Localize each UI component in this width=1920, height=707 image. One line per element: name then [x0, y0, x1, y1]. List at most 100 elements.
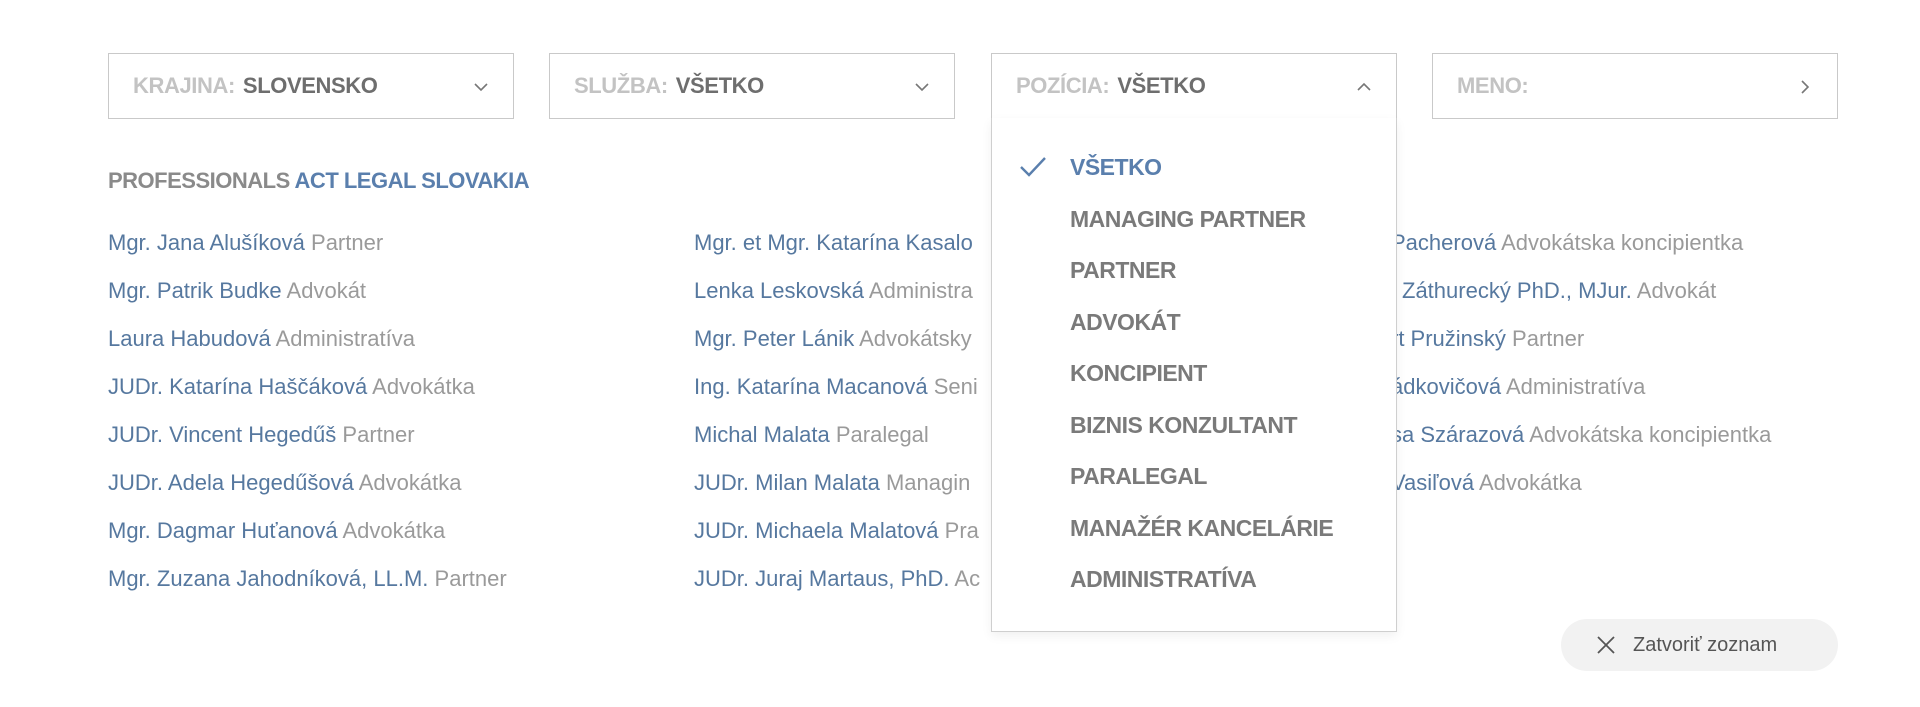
close-icon [1595, 634, 1617, 656]
person-role: Advokátka [342, 518, 446, 543]
chevron-right-icon [1795, 77, 1815, 97]
dropdown-option[interactable]: PARTNER [1070, 250, 1176, 290]
chevron-up-icon [1354, 77, 1374, 97]
person-name[interactable]: Lenka Leskovská [694, 278, 864, 303]
person-role: Advokátka [372, 374, 475, 399]
person-role: Partner [311, 230, 384, 255]
service-filter-value: VŠETKO [675, 73, 764, 98]
person-name[interactable]: l Záthurecký PhD., MJur. [1391, 278, 1632, 303]
chevron-down-icon [912, 77, 932, 97]
service-filter[interactable]: SLUŽBA: VŠETKO [549, 53, 955, 119]
person-list-item[interactable]: JUDr. Michaela Malatová Pra [694, 515, 1014, 563]
person-role: Managin [885, 470, 971, 495]
person-role: Partner [1512, 326, 1585, 351]
person-role: Ac [954, 566, 981, 591]
person-name[interactable]: Mgr. et Mgr. Katarína Kasalo [694, 230, 973, 255]
service-filter-label: SLUŽBA: [574, 73, 668, 98]
position-filter-value: VŠETKO [1117, 73, 1206, 98]
person-name[interactable]: JUDr. Vincent Hegedűš [108, 422, 336, 447]
dropdown-option[interactable]: ADVOKÁT [1070, 302, 1181, 342]
person-list-item[interactable]: Pacherová Advokátska koncipientka [1391, 227, 1911, 275]
person-list-item[interactable]: JUDr. Vincent Hegedűš Partner [108, 419, 668, 467]
dropdown-option[interactable]: PARALEGAL [1070, 456, 1207, 496]
person-name[interactable]: ádkovičová [1391, 374, 1501, 399]
person-name[interactable]: Laura Habudová [108, 326, 271, 351]
person-name[interactable]: Mgr. Zuzana Jahodníková, LL.M. [108, 566, 428, 591]
section-title: PROFESSIONALS ACT LEGAL SLOVAKIA [108, 168, 530, 194]
person-role: Advokát [286, 278, 367, 303]
person-role: Administra [868, 278, 973, 303]
person-name[interactable]: Pacherová [1391, 230, 1496, 255]
section-title-company: ACT LEGAL SLOVAKIA [294, 168, 530, 193]
person-name[interactable]: Mgr. Patrik Budke [108, 278, 282, 303]
person-list-item[interactable]: JUDr. Milan Malata Managin [694, 467, 1014, 515]
position-filter-label: POZÍCIA: [1016, 73, 1110, 98]
country-filter-value: SLOVENSKO [242, 73, 378, 98]
close-list-button[interactable]: Zatvoriť zoznam [1561, 619, 1838, 671]
people-column-1: Mgr. Jana Alušíková Partner Mgr. Patrik B… [108, 227, 668, 611]
person-list-item[interactable]: Ing. Katarína Macanová Seni [694, 371, 1014, 419]
person-name[interactable]: JUDr. Milan Malata [694, 470, 880, 495]
person-list-item[interactable]: Vasiľová Advokátka [1391, 467, 1911, 515]
position-dropdown-menu: VŠETKO MANAGING PARTNER PARTNER ADVOKÁT KONC… [991, 118, 1397, 632]
person-list-item[interactable]: JUDr. Katarína Haščáková Advokátka [108, 371, 668, 419]
person-list-item[interactable]: JUDr. Juraj Martaus, PhD. Ac [694, 563, 1014, 611]
name-filter[interactable]: MENO: [1432, 53, 1838, 119]
section-title-prefix: PROFESSIONALS [108, 168, 290, 193]
country-filter-label: KRAJINA: [133, 73, 235, 98]
dropdown-option[interactable]: VŠETKO [1070, 147, 1162, 187]
person-name[interactable]: JUDr. Katarína Haščáková [108, 374, 367, 399]
person-name[interactable]: JUDr. Juraj Martaus, PhD. [694, 566, 950, 591]
person-role: Pra [944, 518, 979, 543]
person-name[interactable]: JUDr. Adela Hegedűšová [108, 470, 354, 495]
dropdown-option[interactable]: MANAGING PARTNER [1070, 199, 1306, 239]
person-name[interactable]: Mgr. Dagmar Huťanová [108, 518, 338, 543]
person-list-item[interactable]: Mgr. Peter Lánik Advokátsky [694, 323, 1014, 371]
filter-bar: KRAJINA: SLOVENSKO SLUŽBA: VŠETKO POZÍCI… [108, 53, 1838, 119]
person-name[interactable]: Michal Malata [694, 422, 830, 447]
person-role: Seni [933, 374, 978, 399]
person-list-item[interactable]: Mgr. Dagmar Huťanová Advokátka [108, 515, 668, 563]
person-role: Advokátsky [859, 326, 972, 351]
person-role: Advokátka [358, 470, 462, 495]
person-name[interactable]: rt Pružinský [1391, 326, 1506, 351]
person-list-item[interactable]: ádkovičová Administratíva [1391, 371, 1911, 419]
country-filter[interactable]: KRAJINA: SLOVENSKO [108, 53, 514, 119]
person-name[interactable]: Mgr. Peter Lánik [694, 326, 854, 351]
person-list-item[interactable]: Mgr. et Mgr. Katarína Kasalo [694, 227, 1014, 275]
dropdown-option[interactable]: ADMINISTRATÍVA [1070, 559, 1257, 599]
position-filter[interactable]: POZÍCIA: VŠETKO [991, 53, 1397, 119]
person-role: Advokátska koncipientka [1501, 230, 1744, 255]
person-role: Advokátska koncipientka [1529, 422, 1772, 447]
check-icon [1018, 154, 1048, 180]
chevron-down-icon [471, 77, 491, 97]
person-name[interactable]: JUDr. Michaela Malatová [694, 518, 939, 543]
person-name[interactable]: sa Szárazová [1391, 422, 1524, 447]
person-list-item[interactable]: Mgr. Jana Alušíková Partner [108, 227, 668, 275]
person-list-item[interactable]: Lenka Leskovská Administra [694, 275, 1014, 323]
person-list-item[interactable]: Mgr. Patrik Budke Advokát [108, 275, 668, 323]
person-list-item[interactable]: Laura Habudová Administratíva [108, 323, 668, 371]
person-role: Administratíva [275, 326, 415, 351]
dropdown-option[interactable]: KONCIPIENT [1070, 353, 1207, 393]
person-role: Administratíva [1505, 374, 1646, 399]
dropdown-option[interactable]: MANAŽÉR KANCELÁRIE [1070, 508, 1334, 548]
person-name[interactable]: Mgr. Jana Alušíková [108, 230, 305, 255]
person-list-item[interactable]: Michal Malata Paralegal [694, 419, 1014, 467]
person-role: Advokát [1636, 278, 1717, 303]
person-list-item[interactable]: Mgr. Zuzana Jahodníková, LL.M. Partner [108, 563, 668, 611]
person-role: Partner [434, 566, 507, 591]
person-list-item[interactable]: rt Pružinský Partner [1391, 323, 1911, 371]
people-column-3: Pacherová Advokátska koncipientka l Záthu… [1391, 227, 1911, 515]
person-name[interactable]: Ing. Katarína Macanová [694, 374, 928, 399]
person-role: Partner [342, 422, 415, 447]
person-name[interactable]: Vasiľová [1391, 470, 1474, 495]
person-role: Paralegal [835, 422, 929, 447]
dropdown-option[interactable]: BIZNIS KONZULTANT [1070, 405, 1298, 445]
name-filter-label: MENO: [1457, 73, 1529, 98]
close-list-label: Zatvoriť zoznam [1633, 633, 1778, 656]
person-list-item[interactable]: sa Szárazová Advokátska koncipientka [1391, 419, 1911, 467]
person-list-item[interactable]: JUDr. Adela Hegedűšová Advokátka [108, 467, 668, 515]
person-role: Advokátka [1478, 470, 1582, 495]
person-list-item[interactable]: l Záthurecký PhD., MJur. Advokát [1391, 275, 1911, 323]
